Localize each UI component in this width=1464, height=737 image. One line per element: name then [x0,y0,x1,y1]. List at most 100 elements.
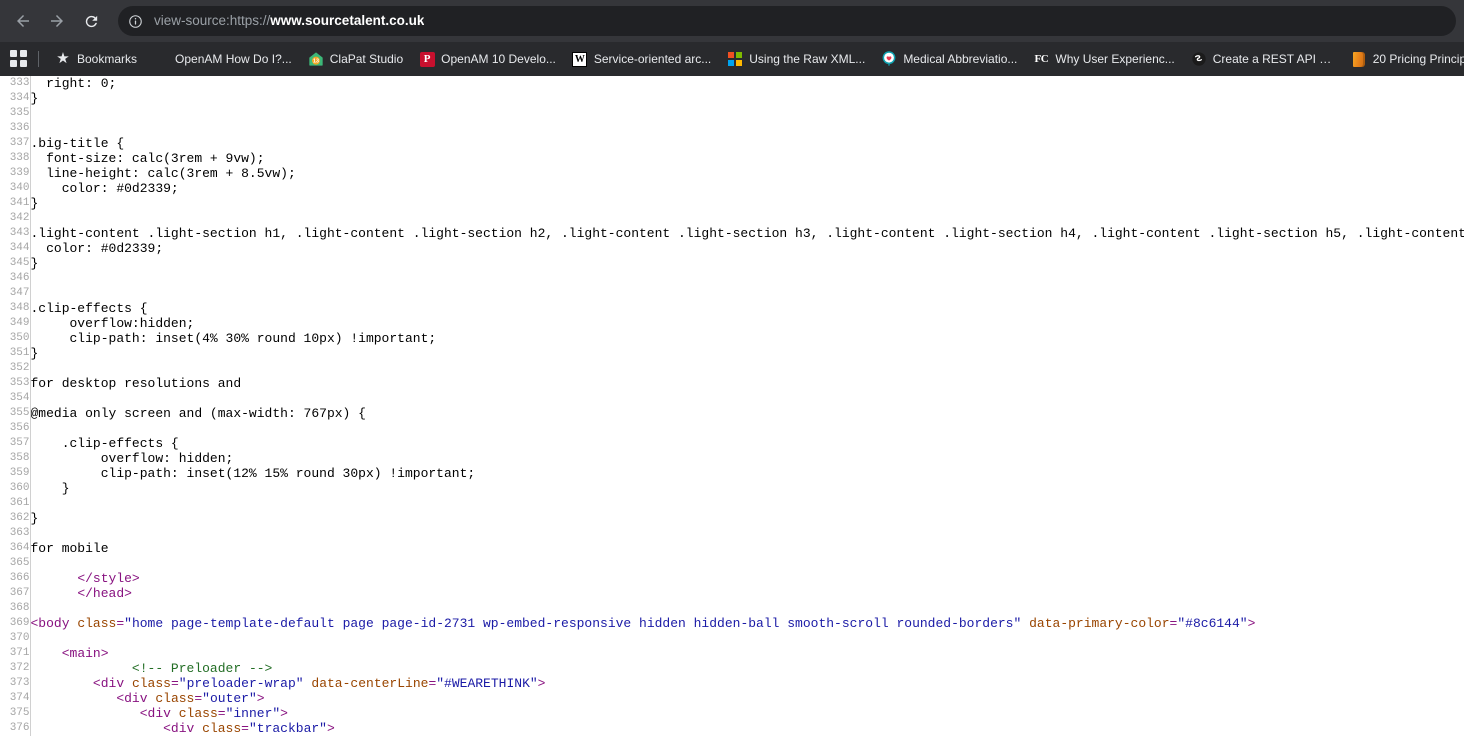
source-line-text[interactable]: } [30,481,1464,496]
line-number: 349 [0,316,31,331]
source-line-text[interactable]: <!-- Preloader --> [30,661,1464,676]
source-line-text[interactable] [30,496,1464,511]
source-line-text[interactable]: color: #0d2339; [30,181,1464,196]
source-line-text[interactable]: .big-title { [30,136,1464,151]
source-line-text[interactable]: color: #0d2339; [30,241,1464,256]
back-button[interactable] [8,6,38,36]
source-line: 342 [0,211,1464,226]
source-line-text[interactable] [30,601,1464,616]
source-line-text[interactable]: clip-path: inset(12% 15% round 30px) !im… [30,466,1464,481]
code-token-plain: } [30,346,39,361]
code-token-plain: color: #0d2339; [30,241,164,256]
source-line-text[interactable] [30,631,1464,646]
line-number: 343 [0,226,31,241]
source-line: 362} [0,511,1464,526]
bookmark-item-openam-10-developer[interactable]: P OpenAM 10 Develo... [411,47,564,71]
line-number: 374 [0,691,31,706]
apps-grid-icon[interactable] [10,50,28,68]
line-number: 376 [0,721,31,736]
orange-book-icon [1351,51,1367,67]
source-line-text[interactable]: } [30,196,1464,211]
bookmark-item-why-user-experience[interactable]: FC Why User Experienc... [1025,47,1182,71]
black-globe-icon [1191,51,1207,67]
source-line-text[interactable] [30,526,1464,541]
source-line-text[interactable]: <div class="inner"> [30,706,1464,721]
source-line-text[interactable]: <div class="preloader-wrap" data-centerL… [30,676,1464,691]
source-line-text[interactable] [30,421,1464,436]
bookmark-item-clapat-studio[interactable]: 13 ClaPat Studio [300,47,411,71]
bookmark-item-20-pricing-principles[interactable]: 20 Pricing Principl [1343,47,1464,71]
source-line-text[interactable]: clip-path: inset(4% 30% round 10px) !imp… [30,331,1464,346]
source-line-text[interactable]: <main> [30,646,1464,661]
source-line-text[interactable]: } [30,256,1464,271]
code-token-plain: clip-path: inset(4% 30% round 10px) !imp… [30,331,437,346]
forward-button[interactable] [42,6,72,36]
source-line-text[interactable]: <div class="outer"> [30,691,1464,706]
line-number: 356 [0,421,31,436]
bookmark-item-medical-abbreviations[interactable]: Medical Abbreviatio... [873,47,1025,71]
line-number: 361 [0,496,31,511]
line-number: 338 [0,151,31,166]
bookmark-item-service-oriented-architecture[interactable]: W Service-oriented arc... [564,47,719,71]
source-line-text[interactable]: line-height: calc(3rem + 8.5vw); [30,166,1464,181]
source-line-text[interactable] [30,121,1464,136]
bookmark-item-using-the-raw-xml[interactable]: Using the Raw XML... [719,47,873,71]
code-token-attv: "outer" [202,691,257,706]
info-circle-icon[interactable] [122,8,148,34]
source-line: 340 color: #0d2339; [0,181,1464,196]
source-line-text[interactable]: .clip-effects { [30,436,1464,451]
source-line-text[interactable]: </head> [30,586,1464,601]
source-line-text[interactable]: } [30,511,1464,526]
source-line-text[interactable]: <div class="trackbar"> [30,721,1464,736]
source-line-text[interactable] [30,286,1464,301]
url-text[interactable]: view-source:https://www.sourcetalent.co.… [154,6,424,36]
source-line-text[interactable]: </style> [30,571,1464,586]
browser-toolbar: view-source:https://www.sourcetalent.co.… [0,0,1464,42]
line-number: 334 [0,91,31,106]
source-line-text[interactable]: .clip-effects { [30,301,1464,316]
source-line-text[interactable]: for desktop resolutions and [30,376,1464,391]
source-line-text[interactable]: font-size: calc(3rem + 9vw); [30,151,1464,166]
bookmark-item-create-a-rest-api[interactable]: Create a REST API w... [1183,47,1343,71]
source-line: 345} [0,256,1464,271]
source-line-text[interactable]: } [30,91,1464,106]
code-token-tag: > [256,691,265,706]
address-bar[interactable]: view-source:https://www.sourcetalent.co.… [118,6,1456,36]
code-token-tag: = [194,691,203,706]
browser-window: view-source:https://www.sourcetalent.co.… [0,0,1464,737]
code-token-attn: data-primary-color [1029,616,1170,631]
bookmark-item-bookmarks[interactable]: ★ Bookmarks [47,47,145,71]
source-line: 339 line-height: calc(3rem + 8.5vw); [0,166,1464,181]
line-number: 342 [0,211,31,226]
line-number: 344 [0,241,31,256]
source-code-scroll-region[interactable]: 333 right: 0; 334} 335 336 337 .big-title {33… [0,76,1464,737]
source-line: 366 </style> [0,571,1464,586]
source-line-text[interactable]: right: 0; [30,76,1464,91]
source-line-text[interactable] [30,391,1464,406]
source-line: 349 overflow:hidden; [0,316,1464,331]
source-line-text[interactable]: overflow:hidden; [30,316,1464,331]
source-line-text[interactable]: <body class="home page-template-default … [30,616,1464,631]
code-token-plain: .clip-effects { [30,301,148,316]
source-line-text[interactable]: .light-content .light-section h1, .light… [30,226,1464,241]
source-line-text[interactable] [30,361,1464,376]
code-token-tag: > [326,721,335,736]
source-line: 376 <div class="trackbar"> [0,721,1464,736]
reload-button[interactable] [76,6,106,36]
bookmark-item-openam-how-do-i[interactable]: OpenAM How Do I?... [145,47,300,71]
source-line-text[interactable] [30,106,1464,121]
source-line-text[interactable] [30,211,1464,226]
line-number: 337 [0,136,31,151]
source-line: 347 [0,286,1464,301]
view-source-page: 333 right: 0; 334} 335 336 337 .big-title {33… [0,76,1464,737]
source-line-text[interactable]: overflow: hidden; [30,451,1464,466]
source-line-text[interactable]: @media only screen and (max-width: 767px… [30,406,1464,421]
source-line-text[interactable] [30,271,1464,286]
bookmark-label: 20 Pricing Principl [1372,52,1464,66]
source-line-text[interactable]: } [30,346,1464,361]
source-line-text[interactable]: for mobile [30,541,1464,556]
line-number: 363 [0,526,31,541]
source-line-text[interactable] [30,556,1464,571]
